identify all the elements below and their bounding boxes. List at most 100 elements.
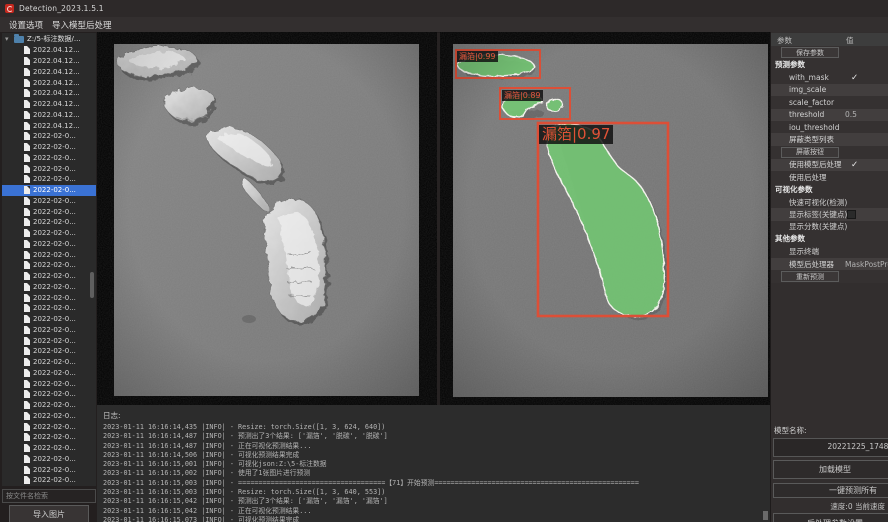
image-panel-original[interactable] bbox=[97, 32, 437, 405]
tree-item[interactable]: 2022-02-0... bbox=[2, 260, 96, 271]
tree-item[interactable]: 2022.04.12... bbox=[2, 120, 96, 131]
tree-item[interactable]: 2022-02-0... bbox=[2, 249, 96, 260]
tree-item[interactable]: 2022-02-0... bbox=[2, 421, 96, 432]
tree-item[interactable]: 2022-02-0... bbox=[2, 411, 96, 422]
tree-item[interactable]: 2022-02-0... bbox=[2, 228, 96, 239]
param-label: 显示标签(关键点) bbox=[771, 209, 847, 220]
load-model-button[interactable]: 加载模型 bbox=[773, 460, 888, 479]
file-icon bbox=[24, 455, 30, 463]
postprocess-settings-button[interactable]: 后处理参数设置 bbox=[773, 513, 888, 522]
param-button-row: 屏蔽按钮 bbox=[771, 146, 888, 159]
file-icon bbox=[24, 240, 30, 248]
tree-item-label: 2022-02-0... bbox=[33, 208, 76, 216]
log-line: 2023-01-11 16:16:15,002 |INFO| - 使用了1张图片… bbox=[103, 469, 762, 478]
file-icon bbox=[24, 175, 30, 183]
tree-item[interactable]: 2022-02-0... bbox=[2, 185, 96, 196]
param-row[interactable]: iou_threshold bbox=[771, 121, 888, 133]
tree-item[interactable]: 2022-02-0... bbox=[2, 196, 96, 207]
tree-root-label: Z:/5-标注数据/... bbox=[27, 34, 81, 44]
log-line: 2023-01-11 16:16:14,435 |INFO| - Resize:… bbox=[103, 423, 762, 432]
tree-item[interactable]: 2022-02-0... bbox=[2, 335, 96, 346]
tree-item[interactable]: 2022-02-0... bbox=[2, 239, 96, 250]
tree-item-label: 2022-02-0... bbox=[33, 412, 76, 420]
param-action-button[interactable]: 重新预测 bbox=[781, 271, 839, 282]
param-row[interactable]: scale_factor bbox=[771, 96, 888, 108]
tree-item[interactable]: 2022-02-0... bbox=[2, 475, 96, 486]
tree-root-folder[interactable]: ▾ Z:/5-标注数据/... bbox=[2, 33, 96, 45]
tree-item-label: 2022-02-0... bbox=[33, 369, 76, 377]
param-row[interactable]: threshold0.5 bbox=[771, 109, 888, 121]
tree-item[interactable]: 2022-02-0... bbox=[2, 357, 96, 368]
param-row[interactable]: 显示终端 bbox=[771, 245, 888, 257]
log-scrollbar[interactable] bbox=[763, 511, 768, 520]
file-icon bbox=[24, 347, 30, 355]
tree-item[interactable]: 2022-02-0... bbox=[2, 292, 96, 303]
param-row[interactable]: 快速可视化(检测) bbox=[771, 196, 888, 208]
tree-item-label: 2022-02-0... bbox=[33, 283, 76, 291]
speed-status: 速度:0 当前速度 bbox=[771, 501, 885, 512]
menu-item-import-model-postprocess[interactable]: 导入模型后处理 bbox=[52, 19, 112, 31]
menu-item-settings[interactable]: 设置选项 bbox=[9, 19, 43, 31]
tree-item[interactable]: 2022-02-0... bbox=[2, 131, 96, 142]
file-icon bbox=[24, 444, 30, 452]
tree-item[interactable]: 2022.04.12... bbox=[2, 56, 96, 67]
tree-item[interactable]: 2022-02-0... bbox=[2, 163, 96, 174]
tree-item[interactable]: 2022-02-0... bbox=[2, 454, 96, 465]
param-row[interactable]: 屏蔽类型列表 bbox=[771, 133, 888, 145]
tree-item[interactable]: 2022-02-0... bbox=[2, 153, 96, 164]
tree-item[interactable]: 2022-02-0... bbox=[2, 325, 96, 336]
file-tree: ▾ Z:/5-标注数据/... 2022.04.12...2022.04.12.… bbox=[2, 33, 96, 486]
import-image-button[interactable]: 导入图片 bbox=[9, 505, 89, 522]
checkbox-unchecked[interactable] bbox=[847, 210, 856, 219]
param-row[interactable]: with_mask✓ bbox=[771, 71, 888, 83]
tree-item[interactable]: 2022.04.12... bbox=[2, 77, 96, 88]
tree-item[interactable]: 2022-02-0... bbox=[2, 174, 96, 185]
log-title: 日志: bbox=[103, 410, 121, 421]
tree-item-label: 2022.04.12... bbox=[33, 68, 80, 76]
tree-item[interactable]: 2022-02-0... bbox=[2, 464, 96, 475]
param-row[interactable]: 使用模型后处理✓ bbox=[771, 159, 888, 171]
tree-item[interactable]: 2022-02-0... bbox=[2, 368, 96, 379]
param-label: 使用模型后处理 bbox=[771, 159, 842, 170]
image-panel-prediction[interactable]: 漏箔|0.99 漏箔|0.89 漏箔|0.97 bbox=[440, 32, 770, 405]
predict-all-button[interactable]: 一键预测所有 bbox=[773, 483, 888, 498]
tree-item[interactable]: 2022-02-0... bbox=[2, 378, 96, 389]
chevron-down-icon[interactable]: ▾ bbox=[2, 33, 12, 45]
log-line: 2023-01-11 16:16:15,003 |INFO| - =======… bbox=[103, 479, 762, 488]
param-label: 显示终端 bbox=[771, 246, 819, 257]
tree-item[interactable]: 2022-02-0... bbox=[2, 303, 96, 314]
param-action-button[interactable]: 保存参数 bbox=[781, 47, 839, 58]
tree-item-label: 2022.04.12... bbox=[33, 57, 80, 65]
tree-item[interactable]: 2022.04.12... bbox=[2, 67, 96, 78]
param-row[interactable]: 模型后处理器MaskPostPro bbox=[771, 258, 888, 270]
tree-item[interactable]: 2022-02-0... bbox=[2, 346, 96, 357]
tree-item[interactable]: 2022-02-0... bbox=[2, 389, 96, 400]
tree-item[interactable]: 2022.04.12... bbox=[2, 99, 96, 110]
file-icon bbox=[24, 165, 30, 173]
tree-item[interactable]: 2022.04.12... bbox=[2, 88, 96, 99]
tree-item[interactable]: 2022-02-0... bbox=[2, 400, 96, 411]
tree-item[interactable]: 2022.04.12... bbox=[2, 45, 96, 56]
tree-item[interactable]: 2022-02-0... bbox=[2, 443, 96, 454]
param-row[interactable]: 显示分数(关键点) bbox=[771, 221, 888, 233]
model-name-value: 20221225_174813 bbox=[773, 438, 888, 457]
tree-item[interactable]: 2022-02-0... bbox=[2, 217, 96, 228]
filename-search-input[interactable] bbox=[2, 489, 96, 503]
tree-scrollbar[interactable] bbox=[90, 272, 94, 298]
tree-item[interactable]: 2022-02-0... bbox=[2, 142, 96, 153]
tree-item[interactable]: 2022-02-0... bbox=[2, 314, 96, 325]
param-row[interactable]: 显示标签(关键点) bbox=[771, 208, 888, 220]
tree-item[interactable]: 2022-02-0... bbox=[2, 206, 96, 217]
tree-item[interactable]: 2022.04.12... bbox=[2, 110, 96, 121]
log-line: 2023-01-11 16:16:15,073 |INFO| - 可视化预测结果… bbox=[103, 516, 762, 522]
tree-item-label: 2022-02-0... bbox=[33, 380, 76, 388]
param-row[interactable]: 使用后处理 bbox=[771, 171, 888, 183]
file-icon bbox=[24, 218, 30, 226]
tree-item[interactable]: 2022-02-0... bbox=[2, 432, 96, 443]
param-row[interactable]: img_scale bbox=[771, 84, 888, 96]
param-action-button[interactable]: 屏蔽按钮 bbox=[781, 147, 839, 158]
tree-item[interactable]: 2022-02-0... bbox=[2, 271, 96, 282]
tree-item-label: 2022-02-0... bbox=[33, 433, 76, 441]
tree-item[interactable]: 2022-02-0... bbox=[2, 282, 96, 293]
file-icon bbox=[24, 46, 30, 54]
